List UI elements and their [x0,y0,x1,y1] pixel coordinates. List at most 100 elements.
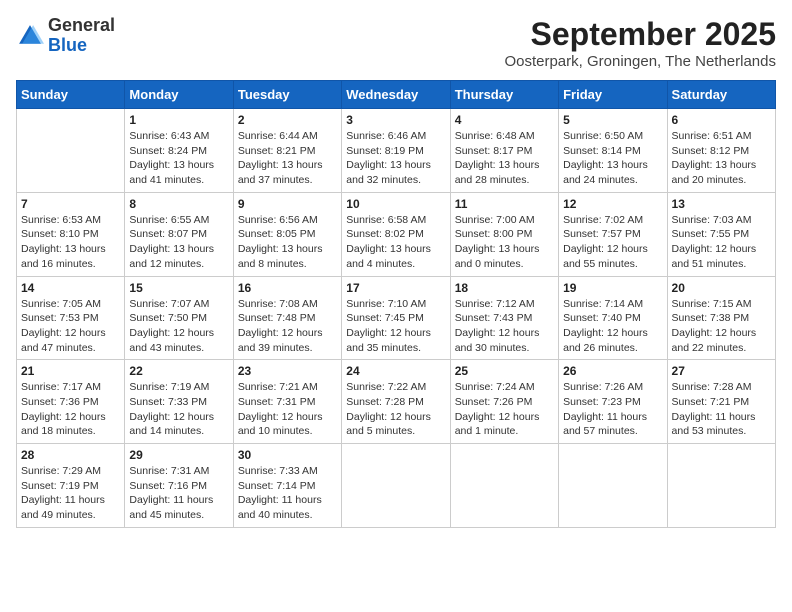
day-number: 14 [21,281,120,295]
calendar-cell: 30 Sunrise: 7:33 AM Sunset: 7:14 PM Dayli… [233,444,341,528]
day-info: Sunrise: 7:15 AM Sunset: 7:38 PM Dayligh… [672,297,771,356]
day-info: Sunrise: 7:26 AM Sunset: 7:23 PM Dayligh… [563,380,662,439]
day-info: Sunrise: 7:21 AM Sunset: 7:31 PM Dayligh… [238,380,337,439]
calendar-cell: 6Sunrise: 6:51 AM Sunset: 8:12 PM Daylig… [667,109,775,193]
calendar-cell [450,444,558,528]
calendar-cell: 27Sunrise: 7:28 AM Sunset: 7:21 PM Dayli… [667,360,775,444]
col-header-saturday: Saturday [667,81,775,109]
calendar-cell: 1Sunrise: 6:43 AM Sunset: 8:24 PM Daylig… [125,109,233,193]
calendar-cell [667,444,775,528]
calendar-cell: 20 Sunrise: 7:15 AM Sunset: 7:38 PM Dayli… [667,276,775,360]
day-number: 5 [563,113,662,127]
calendar-cell: 2Sunrise: 6:44 AM Sunset: 8:21 PM Daylig… [233,109,341,193]
day-info: Sunrise: 7:31 AM Sunset: 7:16 PM Dayligh… [129,464,228,523]
day-info: Sunrise: 6:50 AM Sunset: 8:14 PM Dayligh… [563,129,662,188]
day-info: Sunrise: 7:03 AM Sunset: 7:55 PM Dayligh… [672,213,771,272]
calendar-cell: 9 Sunrise: 6:56 AM Sunset: 8:05 PM Daylig… [233,192,341,276]
day-number: 28 [21,448,120,462]
page-header: General Blue September 2025 Oosterpark, … [16,16,776,70]
calendar-cell: 15 Sunrise: 7:07 AM Sunset: 7:50 PM Dayli… [125,276,233,360]
col-header-monday: Monday [125,81,233,109]
day-number: 17 [346,281,445,295]
day-number: 29 [129,448,228,462]
calendar-cell: 17 Sunrise: 7:10 AM Sunset: 7:45 PM Dayli… [342,276,450,360]
calendar-table: SundayMondayTuesdayWednesdayThursdayFrid… [16,80,776,528]
calendar-cell: 26 Sunrise: 7:26 AM Sunset: 7:23 PM Dayli… [559,360,667,444]
day-info: Sunrise: 6:56 AM Sunset: 8:05 PM Dayligh… [238,213,337,272]
day-info: Sunrise: 6:53 AM Sunset: 8:10 PM Dayligh… [21,213,120,272]
day-info: Sunrise: 7:07 AM Sunset: 7:50 PM Dayligh… [129,297,228,356]
calendar-cell: 10 Sunrise: 6:58 AM Sunset: 8:02 PM Dayli… [342,192,450,276]
day-info: Sunrise: 7:17 AM Sunset: 7:36 PM Dayligh… [21,380,120,439]
day-number: 20 [672,281,771,295]
day-info: Sunrise: 6:58 AM Sunset: 8:02 PM Dayligh… [346,213,445,272]
calendar-cell: 7 Sunrise: 6:53 AM Sunset: 8:10 PM Daylig… [17,192,125,276]
day-info: Sunrise: 6:48 AM Sunset: 8:17 PM Dayligh… [455,129,554,188]
day-number: 10 [346,197,445,211]
day-number: 19 [563,281,662,295]
day-number: 25 [455,364,554,378]
day-info: Sunrise: 6:43 AM Sunset: 8:24 PM Dayligh… [129,129,228,188]
day-number: 24 [346,364,445,378]
calendar-cell: 8 Sunrise: 6:55 AM Sunset: 8:07 PM Daylig… [125,192,233,276]
day-info: Sunrise: 6:44 AM Sunset: 8:21 PM Dayligh… [238,129,337,188]
day-info: Sunrise: 7:05 AM Sunset: 7:53 PM Dayligh… [21,297,120,356]
day-number: 16 [238,281,337,295]
day-number: 21 [21,364,120,378]
col-header-sunday: Sunday [17,81,125,109]
day-info: Sunrise: 7:14 AM Sunset: 7:40 PM Dayligh… [563,297,662,356]
day-info: Sunrise: 7:28 AM Sunset: 7:21 PM Dayligh… [672,380,771,439]
day-number: 30 [238,448,337,462]
day-info: Sunrise: 7:12 AM Sunset: 7:43 PM Dayligh… [455,297,554,356]
day-info: Sunrise: 6:55 AM Sunset: 8:07 PM Dayligh… [129,213,228,272]
calendar-cell [342,444,450,528]
day-info: Sunrise: 6:51 AM Sunset: 8:12 PM Dayligh… [672,129,771,188]
calendar-cell [17,109,125,193]
calendar-cell: 14 Sunrise: 7:05 AM Sunset: 7:53 PM Dayli… [17,276,125,360]
month-title: September 2025 [504,16,776,53]
day-number: 15 [129,281,228,295]
logo-text: General Blue [48,16,115,56]
calendar-cell: 5 Sunrise: 6:50 AM Sunset: 8:14 PM Daylig… [559,109,667,193]
day-number: 9 [238,197,337,211]
col-header-thursday: Thursday [450,81,558,109]
day-info: Sunrise: 7:10 AM Sunset: 7:45 PM Dayligh… [346,297,445,356]
day-info: Sunrise: 7:02 AM Sunset: 7:57 PM Dayligh… [563,213,662,272]
day-info: Sunrise: 6:46 AM Sunset: 8:19 PM Dayligh… [346,129,445,188]
logo-general: General [48,15,115,35]
calendar-cell [559,444,667,528]
day-number: 23 [238,364,337,378]
day-number: 26 [563,364,662,378]
day-number: 11 [455,197,554,211]
calendar-cell: 11Sunrise: 7:00 AM Sunset: 8:00 PM Dayli… [450,192,558,276]
col-header-friday: Friday [559,81,667,109]
logo-blue: Blue [48,35,87,55]
day-info: Sunrise: 7:08 AM Sunset: 7:48 PM Dayligh… [238,297,337,356]
day-info: Sunrise: 7:33 AM Sunset: 7:14 PM Dayligh… [238,464,337,523]
day-info: Sunrise: 7:29 AM Sunset: 7:19 PM Dayligh… [21,464,120,523]
day-info: Sunrise: 7:24 AM Sunset: 7:26 PM Dayligh… [455,380,554,439]
calendar-cell: 25 Sunrise: 7:24 AM Sunset: 7:26 PM Dayli… [450,360,558,444]
calendar-cell: 13 Sunrise: 7:03 AM Sunset: 7:55 PM Dayli… [667,192,775,276]
calendar-cell: 12 Sunrise: 7:02 AM Sunset: 7:57 PM Dayli… [559,192,667,276]
calendar-cell: 29 Sunrise: 7:31 AM Sunset: 7:16 PM Dayli… [125,444,233,528]
calendar-week-5: 28 Sunrise: 7:29 AM Sunset: 7:19 PM Dayli… [17,444,776,528]
calendar-cell: 18Sunrise: 7:12 AM Sunset: 7:43 PM Dayli… [450,276,558,360]
day-number: 12 [563,197,662,211]
title-block: September 2025 Oosterpark, Groningen, Th… [504,16,776,70]
calendar-week-2: 7 Sunrise: 6:53 AM Sunset: 8:10 PM Daylig… [17,192,776,276]
col-header-wednesday: Wednesday [342,81,450,109]
day-number: 4 [455,113,554,127]
day-number: 7 [21,197,120,211]
calendar-cell: 23 Sunrise: 7:21 AM Sunset: 7:31 PM Dayli… [233,360,341,444]
calendar-cell: 21 Sunrise: 7:17 AM Sunset: 7:36 PM Dayli… [17,360,125,444]
calendar-cell: 22 Sunrise: 7:19 AM Sunset: 7:33 PM Dayli… [125,360,233,444]
calendar-cell: 24 Sunrise: 7:22 AM Sunset: 7:28 PM Dayli… [342,360,450,444]
day-number: 8 [129,197,228,211]
day-info: Sunrise: 7:19 AM Sunset: 7:33 PM Dayligh… [129,380,228,439]
calendar-week-4: 21 Sunrise: 7:17 AM Sunset: 7:36 PM Dayli… [17,360,776,444]
day-number: 22 [129,364,228,378]
day-number: 13 [672,197,771,211]
location-subtitle: Oosterpark, Groningen, The Netherlands [504,53,776,70]
day-info: Sunrise: 7:22 AM Sunset: 7:28 PM Dayligh… [346,380,445,439]
